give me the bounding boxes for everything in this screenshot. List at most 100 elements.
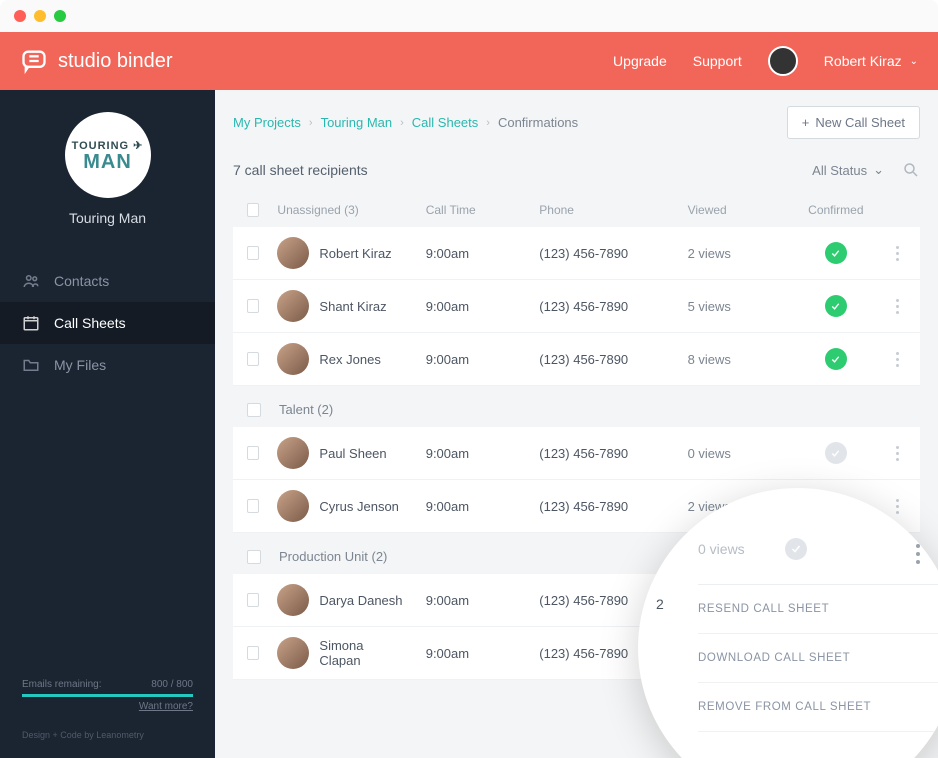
row-checkbox[interactable] <box>247 352 259 366</box>
close-dot[interactable] <box>14 10 26 22</box>
contacts-icon <box>22 272 40 290</box>
name-cell: Rex Jones <box>319 352 380 367</box>
menu-remove[interactable]: REMOVE FROM CALL SHEET <box>698 683 938 732</box>
avatar <box>277 343 309 375</box>
row-menu-button[interactable] <box>889 446 906 461</box>
emails-progress <box>22 694 193 697</box>
group-checkbox[interactable] <box>247 403 261 417</box>
breadcrumb: My Projects › Touring Man › Call Sheets … <box>233 115 578 130</box>
crumb-projects[interactable]: My Projects <box>233 115 301 130</box>
sidebar-item-label: Contacts <box>54 273 109 289</box>
table-row[interactable]: Rex Jones 9:00am (123) 456-7890 8 views <box>233 333 920 386</box>
row-checkbox[interactable] <box>247 499 259 513</box>
project-logo: TOURING ✈ MAN <box>65 112 151 198</box>
status-filter-label: All Status <box>812 163 867 178</box>
phone-cell: (123) 456-7890 <box>539 446 669 461</box>
new-callsheet-button[interactable]: + New Call Sheet <box>787 106 920 139</box>
crumb-current: Confirmations <box>498 115 578 130</box>
page-subtitle: 7 call sheet recipients <box>233 162 368 178</box>
calltime-cell: 9:00am <box>426 446 522 461</box>
chevron-down-icon: ⌄ <box>873 162 884 178</box>
confirmed-badge <box>785 538 807 560</box>
col-phone: Phone <box>539 203 669 217</box>
calltime-cell: 9:00am <box>426 593 522 608</box>
main-content: My Projects › Touring Man › Call Sheets … <box>215 90 938 758</box>
calltime-cell: 9:00am <box>426 299 522 314</box>
sidebar-item-myfiles[interactable]: My Files <box>0 344 215 386</box>
calendar-icon <box>22 314 40 332</box>
avatar[interactable] <box>768 46 798 76</box>
row-menu-button[interactable] <box>889 352 906 367</box>
user-menu-toggle[interactable]: Robert Kiraz ⌄ <box>824 53 918 69</box>
avatar <box>277 437 309 469</box>
avatar <box>277 237 309 269</box>
name-cell: Shant Kiraz <box>319 299 386 314</box>
viewed-cell: 0 views <box>698 541 745 557</box>
table-row[interactable]: Shant Kiraz 9:00am (123) 456-7890 5 view… <box>233 280 920 333</box>
support-link[interactable]: Support <box>693 53 742 69</box>
new-callsheet-label: New Call Sheet <box>815 115 905 130</box>
sidebar-item-callsheets[interactable]: Call Sheets <box>0 302 215 344</box>
calltime-cell: 9:00am <box>426 646 522 661</box>
column-headers: Unassigned (3) Call Time Phone Viewed Co… <box>233 193 920 227</box>
minimize-dot[interactable] <box>34 10 46 22</box>
col-name: Unassigned (3) <box>277 203 407 217</box>
sidebar-item-label: My Files <box>54 357 106 373</box>
viewed-cell: 8 views <box>688 352 784 367</box>
search-icon[interactable] <box>902 161 920 179</box>
crumb-callsheets[interactable]: Call Sheets <box>412 115 478 130</box>
upgrade-link[interactable]: Upgrade <box>613 53 667 69</box>
menu-resend[interactable]: RESEND CALL SHEET <box>698 585 938 634</box>
window-chrome <box>0 0 938 32</box>
row-menu-button[interactable] <box>889 246 906 261</box>
row-checkbox[interactable] <box>247 246 259 260</box>
want-more-link[interactable]: Want more? <box>22 701 193 712</box>
name-cell: Simona Clapan <box>319 638 407 668</box>
group-header: Talent (2) <box>233 386 920 427</box>
status-filter[interactable]: All Status ⌄ <box>812 162 884 178</box>
menu-download[interactable]: DOWNLOAD CALL SHEET <box>698 634 938 683</box>
row-menu-button[interactable] <box>889 299 906 314</box>
folder-icon <box>22 356 40 374</box>
name-cell: Cyrus Jenson <box>319 499 398 514</box>
crumb-project[interactable]: Touring Man <box>321 115 393 130</box>
chevron-right-icon: › <box>309 117 313 129</box>
sidebar-item-label: Call Sheets <box>54 315 126 331</box>
row-context-menu: RESEND CALL SHEET DOWNLOAD CALL SHEET RE… <box>698 584 938 732</box>
select-all-checkbox[interactable] <box>247 203 259 217</box>
row-checkbox[interactable] <box>247 299 259 313</box>
brand[interactable]: studio binder <box>20 47 173 75</box>
row-menu-button[interactable] <box>916 544 920 564</box>
chevron-right-icon: › <box>400 117 404 129</box>
emails-count: 800 / 800 <box>151 679 193 690</box>
project-name: Touring Man <box>69 210 146 226</box>
topbar: studio binder Upgrade Support Robert Kir… <box>0 32 938 90</box>
confirmed-badge <box>825 442 847 464</box>
phone-cell: (123) 456-7890 <box>539 352 669 367</box>
phone-cell: (123) 456-7890 <box>539 246 669 261</box>
chevron-down-icon: ⌄ <box>910 56 918 67</box>
table-row[interactable]: Robert Kiraz 9:00am (123) 456-7890 2 vie… <box>233 227 920 280</box>
project-block[interactable]: TOURING ✈ MAN Touring Man <box>0 90 215 250</box>
group-title: Talent (2) <box>279 402 333 417</box>
avatar <box>277 290 309 322</box>
viewed-cell: 0 views <box>688 446 784 461</box>
group-checkbox[interactable] <box>247 550 261 564</box>
chevron-right-icon: › <box>486 117 490 129</box>
table-row[interactable]: Paul Sheen 9:00am (123) 456-7890 0 views <box>233 427 920 480</box>
confirmed-badge <box>825 348 847 370</box>
row-checkbox[interactable] <box>247 446 259 460</box>
group-title: Production Unit (2) <box>279 549 387 564</box>
maximize-dot[interactable] <box>54 10 66 22</box>
sidebar-item-contacts[interactable]: Contacts <box>0 260 215 302</box>
viewed-cell: 2 views <box>688 246 784 261</box>
row-checkbox[interactable] <box>247 646 259 660</box>
row-menu-button[interactable] <box>889 499 906 514</box>
name-cell: Darya Danesh <box>319 593 402 608</box>
calltime-cell: 9:00am <box>426 246 522 261</box>
avatar <box>277 584 309 616</box>
name-cell: Paul Sheen <box>319 446 386 461</box>
confirmed-badge <box>825 242 847 264</box>
row-checkbox[interactable] <box>247 593 259 607</box>
viewed-peek: 2 <box>656 596 664 612</box>
